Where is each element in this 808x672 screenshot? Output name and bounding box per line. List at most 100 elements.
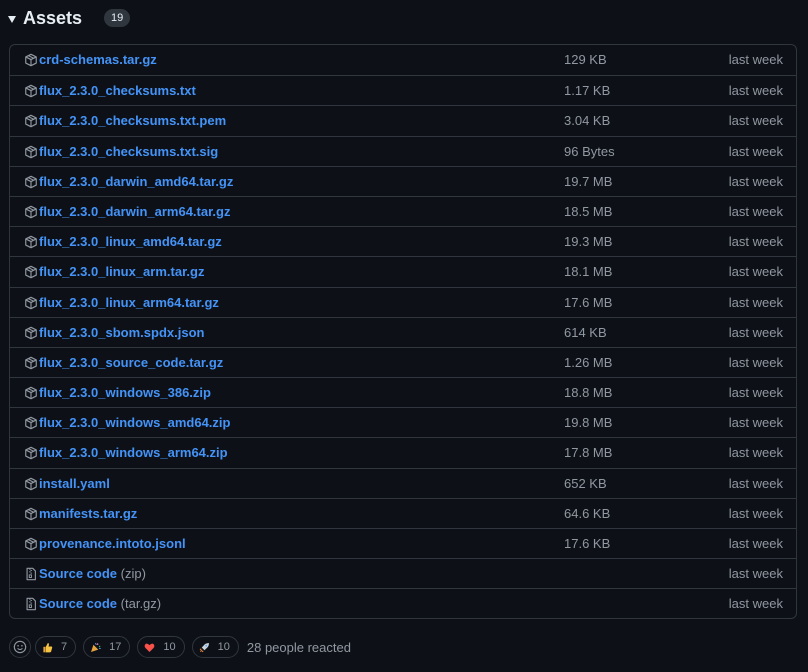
package-icon bbox=[24, 296, 38, 310]
asset-timestamp: last week bbox=[728, 203, 783, 219]
package-icon bbox=[24, 205, 38, 219]
asset-name: provenance.intoto.jsonl bbox=[39, 536, 186, 551]
asset-name: flux_2.3.0_checksums.txt bbox=[39, 83, 196, 99]
asset-row: flux_2.3.0_windows_amd64.zip 19.8 MB last … bbox=[10, 407, 796, 437]
asset-name: flux_2.3.0_linux_arm.tar.gz bbox=[39, 264, 205, 280]
asset-link-flux-2-3-0-source-code-tar-gz[interactable]: flux_2.3.0_source_code.tar.gz bbox=[39, 355, 223, 370]
asset-link-crd-schemas-tar-gz[interactable]: crd-schemas.tar.gz bbox=[39, 52, 157, 67]
package-icon bbox=[24, 145, 38, 159]
asset-timestamp: last week bbox=[728, 354, 783, 370]
asset-link-flux-2-3-0-darwin-arm64-tar-gz[interactable]: flux_2.3.0_darwin_arm64.tar.gz bbox=[39, 204, 230, 219]
asset-row: flux_2.3.0_linux_arm64.tar.gz 17.6 MB last… bbox=[10, 286, 796, 317]
asset-format: (zip) bbox=[120, 566, 146, 582]
reaction-count: 10 bbox=[217, 641, 230, 653]
asset-link-flux-2-3-0-checksums-txt-pem[interactable]: flux_2.3.0_checksums.txt.pem bbox=[39, 113, 226, 128]
asset-timestamp: last week bbox=[728, 264, 783, 280]
asset-name: flux_2.3.0_linux_amd64.tar.gz bbox=[39, 234, 222, 250]
file-zip-icon bbox=[24, 567, 38, 581]
asset-name: manifests.tar.gz bbox=[39, 505, 138, 521]
asset-link-flux-2-3-0-checksums-txt[interactable]: flux_2.3.0_checksums.txt bbox=[39, 83, 196, 98]
asset-link-flux-2-3-0-linux-arm64-tar-gz[interactable]: flux_2.3.0_linux_arm64.tar.gz bbox=[39, 295, 219, 310]
asset-row: flux_2.3.0_source_code.tar.gz 1.26 MB last… bbox=[10, 346, 796, 377]
asset-size: 17.6 KB bbox=[564, 536, 611, 551]
reaction-count: 7 bbox=[61, 641, 68, 653]
package-icon bbox=[24, 537, 38, 551]
asset-size: 19.8 MB bbox=[564, 415, 613, 431]
package-icon bbox=[24, 53, 38, 67]
package-icon bbox=[24, 84, 38, 98]
asset-name: crd-schemas.tar.gz bbox=[39, 52, 157, 67]
asset-link-flux-2-3-0-checksums-txt-sig[interactable]: flux_2.3.0_checksums.txt.sig bbox=[39, 144, 218, 159]
asset-format: (tar.gz) bbox=[120, 596, 162, 612]
asset-row: crd-schemas.tar.gz 129 KB last week bbox=[10, 45, 796, 75]
package-icon bbox=[24, 477, 38, 491]
reaction-tada-button[interactable]: 17 bbox=[83, 636, 131, 658]
package-icon bbox=[24, 416, 38, 430]
package-icon bbox=[24, 326, 38, 340]
asset-size: 64.6 KB bbox=[564, 505, 611, 521]
assets-header[interactable]: Assets 19 bbox=[8, 4, 131, 32]
asset-size: 17.6 MB bbox=[564, 294, 613, 310]
package-icon bbox=[24, 114, 38, 128]
asset-link-flux-2-3-0-windows-386-zip[interactable]: flux_2.3.0_windows_386.zip bbox=[39, 385, 211, 400]
asset-size: 614 KB bbox=[564, 324, 607, 340]
asset-name: flux_2.3.0_source_code.tar.gz bbox=[39, 354, 224, 370]
asset-timestamp: last week bbox=[728, 143, 783, 159]
asset-row: flux_2.3.0_windows_arm64.zip 17.8 MB last … bbox=[10, 437, 796, 467]
reaction-count: 10 bbox=[163, 641, 176, 653]
asset-size: 19.7 MB bbox=[564, 173, 613, 189]
asset-link-flux-2-3-0-darwin-amd64-tar-gz[interactable]: flux_2.3.0_darwin_amd64.tar.gz bbox=[39, 174, 233, 189]
asset-link-flux-2-3-0-linux-amd64-tar-gz[interactable]: flux_2.3.0_linux_amd64.tar.gz bbox=[39, 234, 222, 249]
reactions-bar: 7 17 10 10 28 people reacted bbox=[9, 635, 351, 659]
asset-timestamp: last week bbox=[728, 415, 783, 431]
tada-icon bbox=[90, 642, 109, 653]
reaction-thumbs-up-button[interactable]: 7 bbox=[35, 636, 77, 658]
asset-link-flux-2-3-0-linux-arm-tar-gz[interactable]: flux_2.3.0_linux_arm.tar.gz bbox=[39, 264, 204, 279]
asset-timestamp: last week bbox=[728, 505, 783, 521]
assets-title: Assets bbox=[23, 7, 83, 28]
asset-name: flux_2.3.0_checksums.txt.sig bbox=[39, 143, 219, 159]
package-icon bbox=[24, 386, 38, 400]
asset-size: 3.04 KB bbox=[564, 113, 611, 129]
asset-timestamp: last week bbox=[728, 83, 783, 99]
asset-timestamp: last week bbox=[728, 234, 783, 250]
asset-name: Source code bbox=[39, 566, 118, 582]
asset-size: 96 Bytes bbox=[564, 143, 615, 159]
caret-down-icon[interactable] bbox=[8, 15, 16, 23]
asset-timestamp: last week bbox=[728, 324, 783, 340]
asset-size: 652 KB bbox=[564, 475, 607, 491]
asset-row: provenance.intoto.jsonl 17.6 KB last week bbox=[10, 528, 796, 558]
asset-link-provenance-intoto-jsonl[interactable]: provenance.intoto.jsonl bbox=[39, 536, 186, 551]
assets-list: crd-schemas.tar.gz 129 KB last week flux_2.… bbox=[9, 44, 797, 619]
asset-link-source-code-zip[interactable]: Source code (zip) bbox=[39, 566, 146, 581]
asset-link-install-yaml[interactable]: install.yaml bbox=[39, 476, 110, 491]
asset-name: flux_2.3.0_sbom.spdx.json bbox=[39, 324, 205, 340]
asset-size: 129 KB bbox=[564, 52, 607, 67]
asset-link-source-code-tar-gz[interactable]: Source code (tar.gz) bbox=[39, 596, 161, 611]
asset-name: Source code bbox=[39, 596, 118, 612]
asset-timestamp: last week bbox=[728, 52, 783, 67]
asset-row: flux_2.3.0_sbom.spdx.json 614 KB last week bbox=[10, 316, 796, 347]
file-zip-icon bbox=[24, 597, 38, 611]
package-icon bbox=[24, 175, 38, 189]
asset-link-flux-2-3-0-windows-arm64-zip[interactable]: flux_2.3.0_windows_arm64.zip bbox=[39, 445, 228, 460]
asset-row: Source code (zip) last week bbox=[10, 558, 796, 588]
asset-row: manifests.tar.gz 64.6 KB last week bbox=[10, 497, 796, 528]
reaction-rocket-button[interactable]: 10 bbox=[191, 636, 239, 658]
asset-timestamp: last week bbox=[728, 475, 783, 491]
package-icon bbox=[24, 446, 38, 460]
asset-row: flux_2.3.0_darwin_amd64.tar.gz 19.7 MB las… bbox=[10, 165, 796, 196]
reactions-summary: 28 people reacted bbox=[246, 639, 351, 655]
asset-size: 19.3 MB bbox=[564, 234, 613, 250]
reaction-count: 17 bbox=[109, 641, 122, 653]
asset-timestamp: last week bbox=[728, 566, 783, 582]
asset-timestamp: last week bbox=[728, 113, 783, 129]
asset-link-flux-2-3-0-windows-amd64-zip[interactable]: flux_2.3.0_windows_amd64.zip bbox=[39, 415, 230, 430]
reaction-heart-button[interactable]: 10 bbox=[137, 636, 185, 658]
asset-row: flux_2.3.0_checksums.txt.pem 3.04 KB last … bbox=[10, 105, 796, 135]
asset-size: 1.17 KB bbox=[564, 83, 611, 99]
asset-link-manifests-tar-gz[interactable]: manifests.tar.gz bbox=[39, 506, 137, 521]
thumbs-up-icon bbox=[42, 642, 61, 653]
add-reaction-button[interactable] bbox=[9, 636, 31, 658]
asset-link-flux-2-3-0-sbom-spdx-json[interactable]: flux_2.3.0_sbom.spdx.json bbox=[39, 325, 204, 340]
